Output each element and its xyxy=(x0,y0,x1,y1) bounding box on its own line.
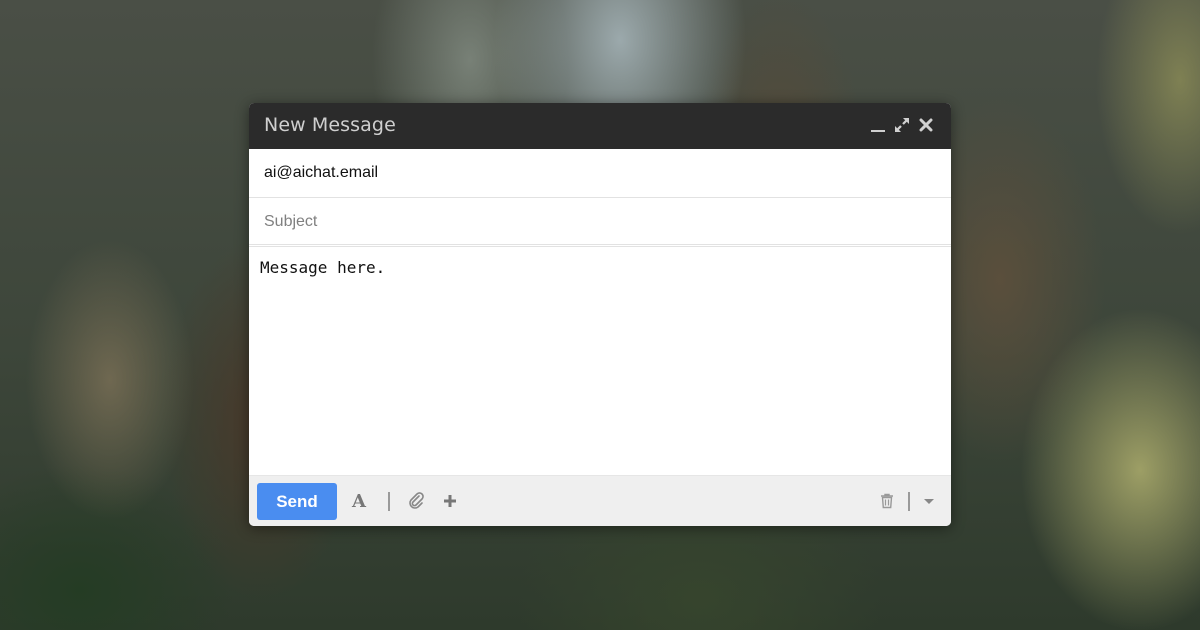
message-body-text[interactable]: Message here. xyxy=(260,258,385,277)
compose-window: New Message ai@aichat.email Subject Mess… xyxy=(249,103,951,526)
to-value[interactable]: ai@aichat.email xyxy=(264,164,378,182)
window-controls xyxy=(869,116,935,134)
minimize-icon[interactable] xyxy=(869,116,887,134)
subject-placeholder[interactable]: Subject xyxy=(264,213,317,231)
toolbar-divider-right xyxy=(908,492,910,511)
attach-icon[interactable] xyxy=(407,490,425,512)
trash-icon[interactable] xyxy=(878,490,896,512)
send-button[interactable]: Send xyxy=(257,483,337,520)
more-options-icon[interactable] xyxy=(921,490,937,512)
format-text-glyph: A xyxy=(352,490,366,512)
toolbar-divider xyxy=(388,492,390,511)
close-icon[interactable] xyxy=(917,116,935,134)
expand-icon[interactable] xyxy=(893,116,911,134)
format-text-icon[interactable]: A xyxy=(352,490,366,512)
compose-titlebar: New Message xyxy=(249,103,951,149)
more-insert-icon[interactable] xyxy=(441,490,459,512)
subject-field[interactable]: Subject xyxy=(249,198,951,247)
compose-title: New Message xyxy=(264,114,396,136)
to-field[interactable]: ai@aichat.email xyxy=(249,149,951,198)
message-body[interactable]: Message here. xyxy=(249,247,951,476)
compose-toolbar: Send A xyxy=(249,475,951,526)
